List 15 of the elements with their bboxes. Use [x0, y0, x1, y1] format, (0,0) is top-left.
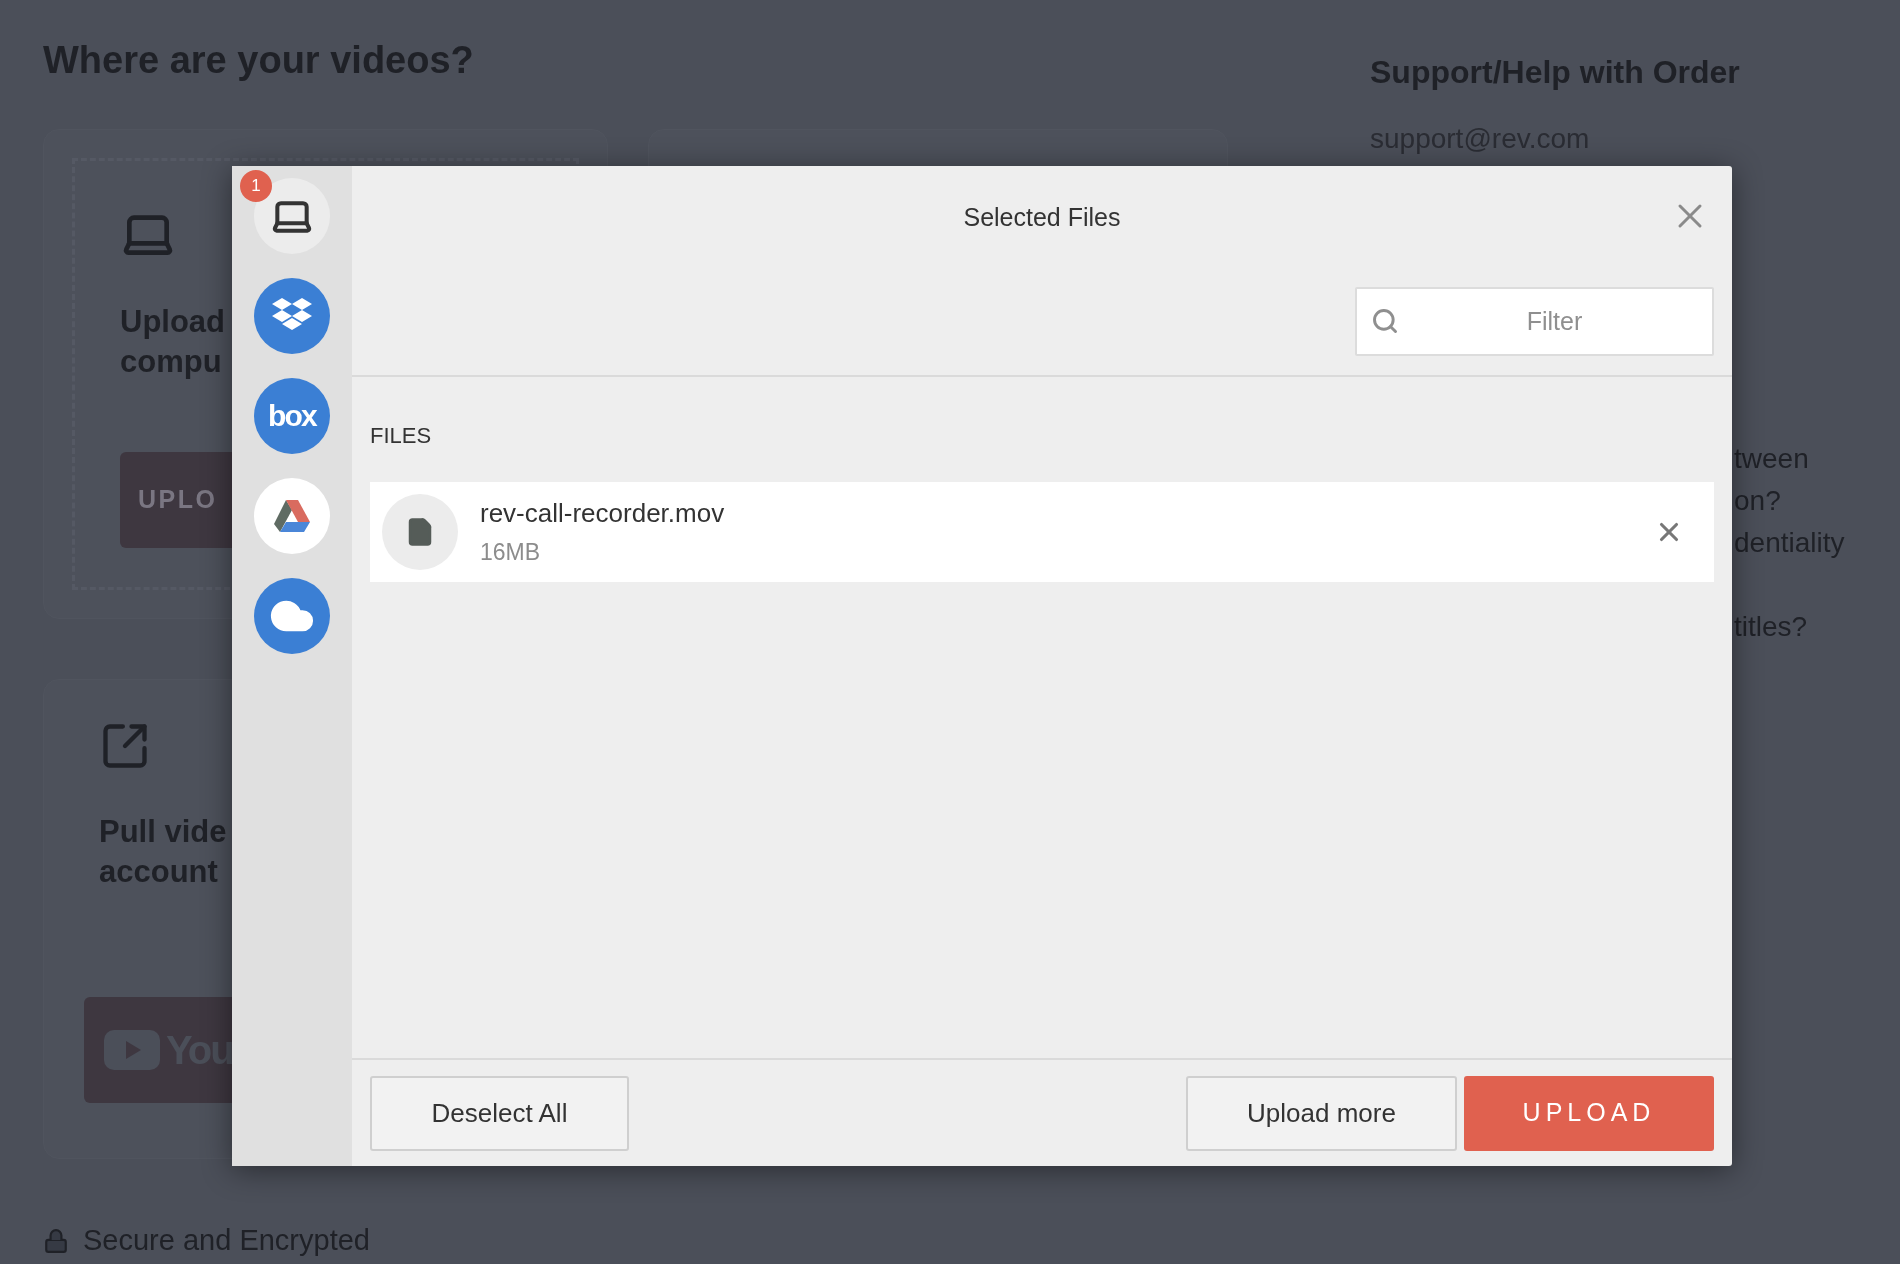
dialog-title: Selected Files	[963, 202, 1121, 233]
file-name: rev-call-recorder.mov	[480, 497, 726, 531]
deselect-all-button[interactable]: Deselect All	[370, 1075, 629, 1151]
upload-more-button[interactable]: Upload more	[1186, 1075, 1457, 1151]
section-label: FILES	[370, 422, 433, 450]
file-size: 16MB	[480, 538, 542, 568]
file-row[interactable]: rev-call-recorder.mov 16MB	[370, 482, 1714, 582]
logo-text: box	[268, 401, 316, 431]
filter-field[interactable]: Filter	[1355, 287, 1714, 356]
source-button[interactable]: box	[254, 378, 330, 454]
count-badge: 1	[240, 170, 272, 202]
triangle-logo-icon	[272, 498, 312, 534]
search-icon	[1371, 307, 1399, 335]
play-icon	[104, 1030, 160, 1070]
upload-button[interactable]: UPLOAD	[1464, 1075, 1714, 1151]
